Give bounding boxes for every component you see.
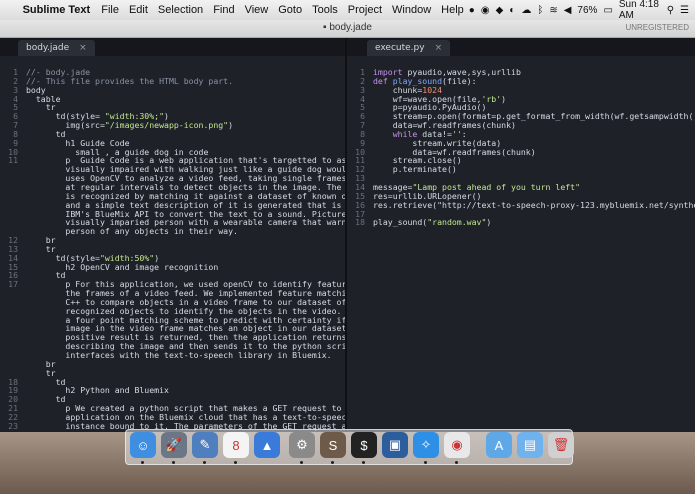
code-area[interactable]: import pyaudio,wave,sys,urllib def play_s…	[373, 68, 695, 227]
line-number	[0, 316, 18, 325]
line-number-gutter: 1 2 3 4 5 6 7 8 9 10 11 12 13 14 15 16 17 18	[347, 68, 365, 227]
line-number	[0, 201, 18, 210]
status-area: ● ◉ ◆ ◐ ☁ ᛒ ≋ ◀ 76% ▭ Sun 4:18 AM ⚲ ☰	[469, 0, 695, 21]
menu-find[interactable]: Find	[208, 4, 239, 16]
virtualbox-icon[interactable]: ▣	[382, 432, 408, 458]
line-number	[0, 174, 18, 183]
unregistered-label: UNREGISTERED	[625, 23, 689, 32]
volume-icon[interactable]: ◀	[564, 5, 572, 16]
line-number	[0, 210, 18, 219]
running-indicator	[300, 461, 303, 464]
code-line: table	[26, 93, 61, 104]
running-indicator	[172, 461, 175, 464]
notification-center-icon[interactable]: ☰	[680, 5, 689, 16]
running-indicator	[234, 461, 237, 464]
line-number	[0, 342, 18, 351]
dock: ☺ 🚀 ✎ 8 ▲ ⚙ S $ ▣ ✧ ◉ A ▤ 🗑	[125, 429, 574, 465]
menu-bar: Sublime Text File Edit Selection Find Vi…	[0, 0, 695, 21]
spotlight-icon[interactable]: ⚲	[667, 5, 674, 16]
finder-icon[interactable]: ☺	[130, 432, 156, 464]
running-indicator	[424, 461, 427, 464]
code-line: play_sound("random.wav")	[373, 217, 492, 228]
sync-icon[interactable]: ◐	[509, 5, 515, 16]
clock[interactable]: Sun 4:18 AM	[619, 0, 661, 21]
left-editor-pane[interactable]: 1 2 3 4 5 6 7 8 9 10 11 12 13 14 15 16 17 18 19 20 21 22 23 …	[0, 56, 345, 432]
folder-documents-icon[interactable]: ▤	[517, 432, 543, 458]
window-title-bar: ▪ body.jade UNREGISTERED	[0, 20, 695, 38]
code-line: img(src="/images/newapp-icon.png")	[26, 120, 234, 131]
code-line: br	[26, 235, 56, 246]
terminal-icon[interactable]: $	[351, 432, 377, 464]
tab-body-jade[interactable]: body.jade ×	[18, 40, 95, 56]
code-line: br	[26, 358, 56, 369]
line-number	[0, 307, 18, 316]
tab-execute-py[interactable]: execute.py ×	[367, 40, 451, 56]
code-area[interactable]: //- body.jade//- This file provides the …	[26, 68, 345, 431]
line-number	[0, 324, 18, 333]
right-tab-bar: execute.py ×	[347, 38, 695, 56]
line-number: 11	[8, 155, 18, 166]
photo-app-icon[interactable]: ✎	[192, 432, 218, 464]
sublime-text-icon[interactable]: S	[320, 432, 346, 464]
system-preferences-icon[interactable]: ⚙	[289, 432, 315, 464]
code-line: interfaces with the text-to-speech libra…	[26, 350, 332, 360]
launchpad-icon[interactable]: 🚀	[161, 432, 187, 464]
safari-icon[interactable]: ✧	[413, 432, 439, 464]
left-tab-bar: body.jade ×	[0, 38, 345, 56]
code-line: body	[26, 84, 46, 95]
menu-goto[interactable]: Goto	[273, 4, 307, 16]
menu-window[interactable]: Window	[387, 4, 436, 16]
keynote-icon[interactable]: ▲	[254, 432, 280, 458]
close-tab-icon[interactable]: ×	[435, 43, 443, 53]
trash-icon[interactable]: 🗑	[548, 432, 574, 458]
line-number	[0, 298, 18, 307]
code-line: res.retrieve("http://text-to-speech-prox…	[373, 199, 695, 210]
battery-percent[interactable]: 76%	[577, 5, 597, 16]
line-number	[0, 289, 18, 298]
folder-applications-icon[interactable]: A	[486, 432, 512, 458]
notification-icon[interactable]: ●	[469, 5, 475, 16]
running-indicator	[141, 461, 144, 464]
line-number: 17	[8, 279, 18, 290]
code-line: //- This file provides the HTML body par…	[26, 75, 234, 86]
menu-project[interactable]: Project	[343, 4, 387, 16]
line-number	[0, 218, 18, 227]
line-number: 18	[355, 217, 365, 228]
menu-tools[interactable]: Tools	[307, 4, 343, 16]
line-number	[0, 360, 18, 369]
running-indicator	[331, 461, 334, 464]
line-number: 23	[8, 420, 18, 431]
line-number	[0, 183, 18, 192]
menu-selection[interactable]: Selection	[153, 4, 208, 16]
line-number-gutter: 1 2 3 4 5 6 7 8 9 10 11 12 13 14 15 16 17 18 19 20 21 22 23	[0, 68, 18, 431]
bluetooth-icon[interactable]: ᛒ	[537, 5, 543, 16]
calendar-icon[interactable]: 8	[223, 432, 249, 464]
running-indicator	[203, 461, 206, 464]
menu-file[interactable]: File	[96, 4, 124, 16]
code-line: p.terminate()	[373, 164, 457, 175]
line-number	[0, 333, 18, 342]
code-line: h2 Python and Bluemix	[26, 385, 169, 396]
window-title: ▪ body.jade	[323, 22, 372, 33]
dropbox-icon[interactable]: ◆	[496, 5, 504, 16]
right-editor-pane[interactable]: 1 2 3 4 5 6 7 8 9 10 11 12 13 14 15 16 17 18 import pyaud…	[347, 56, 695, 432]
line-number	[0, 351, 18, 360]
code-line: person of any objects in their way.	[26, 226, 238, 237]
running-indicator	[362, 461, 365, 464]
line-number	[0, 192, 18, 201]
app-menu[interactable]: Sublime Text	[21, 4, 97, 16]
code-line: tr	[26, 367, 56, 378]
code-line: h2 OpenCV and image recognition	[26, 261, 219, 272]
chrome-icon[interactable]: ◉	[444, 432, 470, 464]
wifi-icon[interactable]: ≋	[549, 5, 557, 16]
menu-help[interactable]: Help	[436, 4, 469, 16]
menu-view[interactable]: View	[240, 4, 274, 16]
menu-edit[interactable]: Edit	[124, 4, 153, 16]
cloud-icon[interactable]: ☁	[521, 5, 531, 16]
running-indicator	[455, 461, 458, 464]
close-tab-icon[interactable]: ×	[79, 43, 87, 53]
line-number	[0, 165, 18, 174]
battery-icon[interactable]: ▭	[603, 5, 612, 16]
skype-icon[interactable]: ◉	[481, 5, 490, 16]
